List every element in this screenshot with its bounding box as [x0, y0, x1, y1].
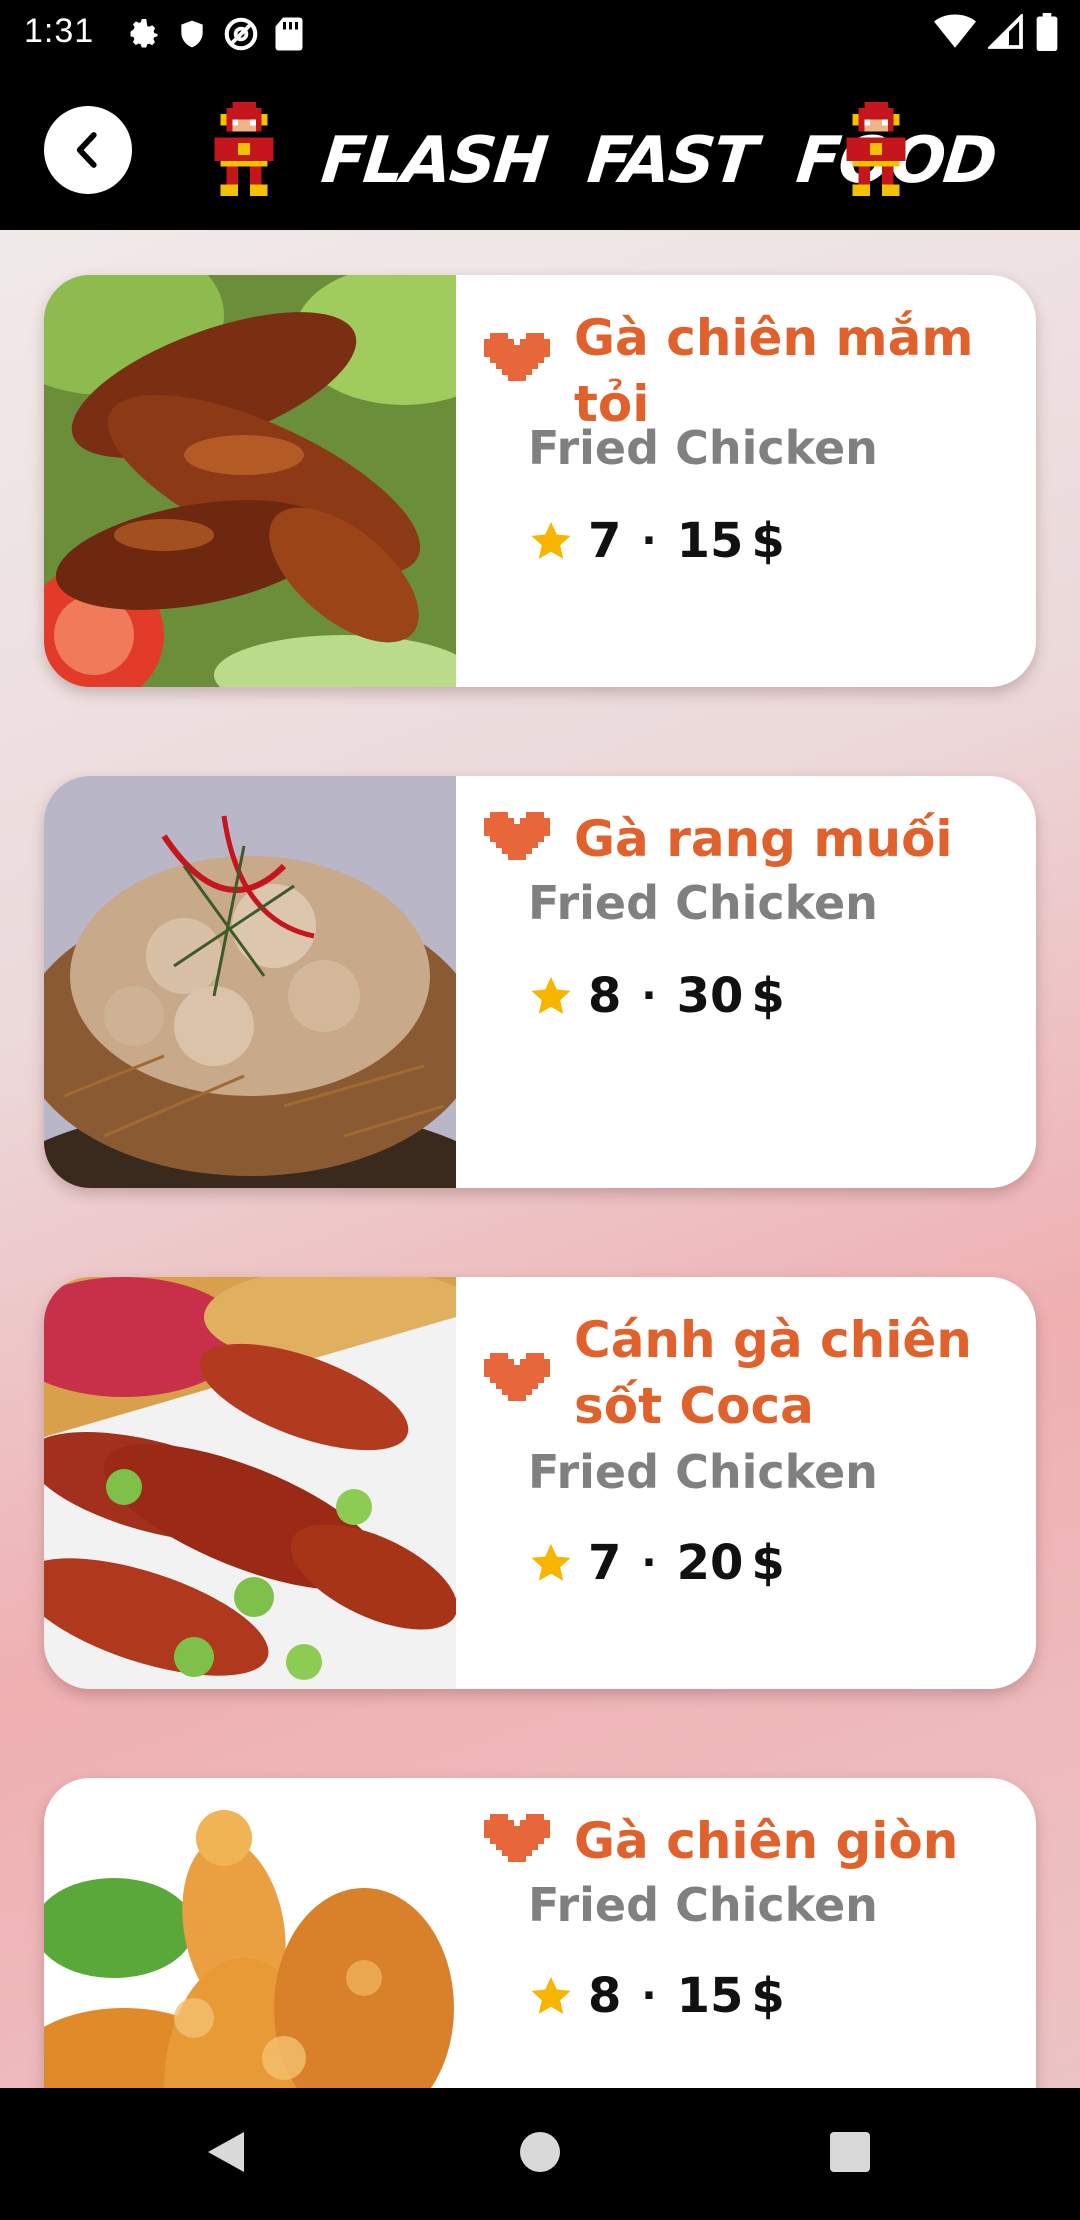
star-icon: [531, 521, 571, 559]
price-value: 30: [676, 968, 744, 1024]
back-triangle-icon[interactable]: [204, 2128, 248, 2176]
rating-value: 8: [588, 1968, 622, 2024]
heart-icon[interactable]: [484, 806, 550, 866]
shield-icon: [181, 20, 203, 48]
food-title: Gà chiên giòn: [574, 1812, 959, 1870]
app-bar: FLASH FAST FOOD: [0, 66, 1080, 230]
food-title: Gà chiên mắm tỏi: [574, 309, 974, 433]
star-icon: [531, 1976, 571, 2014]
wifi-icon: [934, 14, 976, 48]
price-value: 15: [676, 1968, 744, 2024]
rating-value: 7: [588, 1535, 622, 1591]
star-icon: [531, 976, 571, 1014]
rating-value: 8: [588, 968, 622, 1024]
signal-icon: [988, 14, 1023, 49]
status-left-icons: [126, 14, 304, 54]
rating-price-row: 7 · 20 $: [528, 1533, 785, 1593]
separator-dot: ·: [641, 973, 657, 1019]
food-image: [44, 1277, 456, 1689]
battery-icon: [1036, 13, 1058, 51]
heart-icon[interactable]: [484, 327, 550, 387]
sd-card-icon: [275, 17, 303, 51]
status-right-icons: [934, 12, 1058, 52]
star-icon: [531, 1543, 571, 1581]
flash-mascot-icon: [214, 102, 274, 196]
price-currency: $: [751, 513, 785, 569]
status-time: 1:31: [24, 12, 95, 50]
chevron-left-icon: [76, 132, 97, 168]
heart-icon[interactable]: [484, 1808, 550, 1868]
settings-icon: [130, 19, 158, 48]
food-category: Fried Chicken: [528, 421, 878, 475]
food-image: [44, 275, 456, 687]
food-category: Fried Chicken: [528, 1445, 878, 1499]
rating-price-row: 7 · 15 $: [528, 511, 785, 571]
flash-mascot-icon: [846, 102, 906, 196]
price-currency: $: [751, 1968, 785, 2024]
food-title: Cánh gà chiên sốt Coca: [574, 1311, 972, 1435]
status-bar: 1:31: [0, 0, 1080, 66]
rating-price-row: 8 · 15 $: [528, 1966, 785, 2026]
separator-dot: ·: [641, 1973, 657, 2019]
separator-dot: ·: [641, 518, 657, 564]
food-title: Gà rang muối: [574, 810, 953, 868]
food-category: Fried Chicken: [528, 1878, 878, 1932]
price-value: 15: [676, 513, 744, 569]
price-currency: $: [751, 968, 785, 1024]
home-circle-icon[interactable]: [518, 2128, 562, 2176]
food-image: [44, 776, 456, 1188]
food-category: Fried Chicken: [528, 876, 878, 930]
price-currency: $: [751, 1535, 785, 1591]
separator-dot: ·: [641, 1540, 657, 1586]
food-card[interactable]: Cánh gà chiên sốt Coca Fried Chicken 7 ·…: [44, 1277, 1036, 1689]
price-value: 20: [676, 1535, 744, 1591]
at-sign-icon: [224, 17, 258, 51]
back-button[interactable]: [44, 106, 132, 194]
heart-icon[interactable]: [484, 1347, 550, 1407]
rating-price-row: 8 · 30 $: [528, 966, 785, 1026]
food-card[interactable]: Gà chiên mắm tỏi Fried Chicken 7 · 15 $: [44, 275, 1036, 687]
rating-value: 7: [588, 513, 622, 569]
food-card[interactable]: Gà rang muối Fried Chicken 8 · 30 $: [44, 776, 1036, 1188]
system-nav-bar: [0, 2088, 1080, 2220]
recents-square-icon[interactable]: [828, 2128, 872, 2176]
